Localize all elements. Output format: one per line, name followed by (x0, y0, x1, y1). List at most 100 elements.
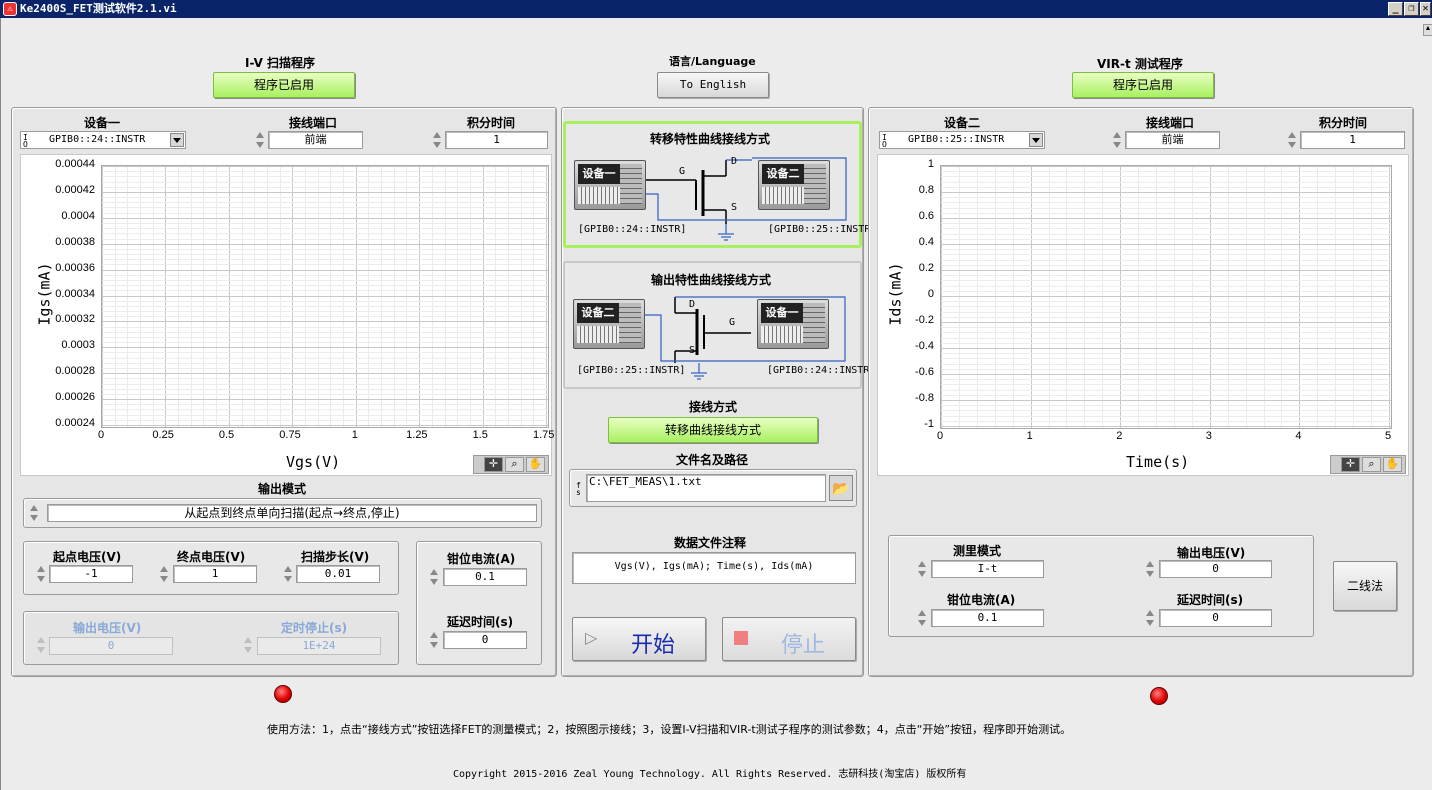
iv-status-button[interactable]: 程序已启用 (213, 72, 355, 98)
virt-clamp-field[interactable]: 0.1 (931, 609, 1044, 627)
output-mode-field[interactable]: 从起点到终点单向扫描(起点→终点,停止) (47, 504, 537, 522)
iv-integration-spinner[interactable] (432, 130, 442, 150)
step-field[interactable]: 0.01 (296, 565, 380, 583)
virt-out-voltage-spinner[interactable] (1145, 559, 1155, 579)
end-voltage-field[interactable]: 1 (173, 565, 257, 583)
start-voltage-field[interactable]: -1 (49, 565, 133, 583)
start-voltage-spinner[interactable] (36, 564, 46, 584)
iv-graph: 0.00044 0.00042 0.0004 0.00038 0.00036 0.0003… (20, 154, 554, 476)
virt-out-voltage-field[interactable]: 0 (1159, 560, 1272, 578)
iv-integration-field[interactable]: 1 (445, 131, 548, 149)
start-button[interactable]: ▷ 开始 (572, 617, 706, 661)
zoom-icon[interactable]: ⌕ (505, 457, 524, 472)
restore-button[interactable]: ❐ (1404, 2, 1419, 16)
io-icon: IO (23, 133, 28, 149)
iv-out-voltage-label: 输出电压(V) (73, 621, 142, 635)
iv-x-title: Vgs(V) (286, 453, 341, 471)
y-tick-label: 0.00044 (55, 158, 95, 170)
virt-delay-spinner[interactable] (1145, 608, 1155, 628)
sweep-params-group: 起点电压(V) -1 终点电压(V) 1 扫描步长(V) 0.01 (23, 541, 399, 595)
virt-terminal-field[interactable]: 前端 (1125, 131, 1220, 149)
chevron-down-icon[interactable] (170, 133, 184, 147)
stop-button[interactable]: 停止 (722, 617, 856, 661)
file-path-label: 文件名及路径 (676, 453, 749, 467)
virt-delay-field[interactable]: 0 (1159, 609, 1272, 627)
iv-terminal-field[interactable]: 前端 (268, 131, 363, 149)
crosshair-icon[interactable]: ✛ (484, 457, 503, 472)
step-label: 扫描步长(V) (301, 550, 370, 564)
iv-delay-spinner[interactable] (429, 630, 439, 650)
virt-clamp-label: 钳位电流(A) (947, 593, 1016, 607)
y-tick-label: 0.00034 (55, 287, 95, 300)
usage-instructions: 使用方法：1，点击“接线方式”按钮选择FET的测量模式；2，按照图示接线；3，设… (267, 723, 1072, 736)
virt-grid-svg (941, 166, 1391, 428)
folder-browse-icon[interactable]: 📂 (829, 475, 853, 501)
disabled-output-group: 输出电压(V) 0 定时停止(s) 1E+24 (23, 611, 399, 665)
two-wire-button[interactable]: 二线法 (1333, 561, 1397, 611)
y-tick-label: 0.00024 (55, 417, 95, 429)
scroll-up-arrow[interactable]: ▲ (1423, 24, 1432, 36)
y-tick-label: 0.0004 (61, 209, 95, 222)
output-mode-spinner[interactable] (29, 503, 39, 523)
virt-x-title: Time(s) (1126, 453, 1190, 471)
y-tick-label: -0.2 (915, 314, 934, 326)
out-pin-d-label: D (689, 299, 696, 310)
virt-integration-spinner[interactable] (1287, 130, 1297, 150)
iv-out-voltage-field: 0 (49, 637, 173, 655)
crosshair-icon-2[interactable]: ✛ (1341, 457, 1360, 472)
y-tick-label: 0.00032 (55, 313, 95, 326)
virt-integration-field[interactable]: 1 (1300, 131, 1405, 149)
virt-plot-area[interactable] (940, 165, 1392, 429)
x-tick-label: 1 (351, 429, 358, 441)
transfer-wiring-option[interactable]: 转移特性曲线接线方式 设备一 设备二 G D S [GPIB0::24::INS… (563, 121, 876, 248)
zoom-icon-2[interactable]: ⌕ (1362, 457, 1381, 472)
close-button[interactable]: ✕ (1420, 2, 1431, 16)
iv-out-voltage-spinner (36, 635, 46, 655)
virt-status-button[interactable]: 程序已启用 (1072, 72, 1214, 98)
iv-device-select[interactable]: IO GPIB0::24::INSTR (20, 131, 186, 149)
virt-terminal-spinner[interactable] (1112, 130, 1122, 150)
virt-out-voltage-label: 输出电压(V) (1177, 546, 1246, 560)
y-tick-label: -1 (924, 418, 934, 430)
output-mode-label: 输出模式 (258, 482, 307, 496)
virt-device-label: 设备二 (944, 116, 981, 130)
iv-terminal-spinner[interactable] (255, 130, 265, 150)
measure-mode-spinner[interactable] (917, 559, 927, 579)
iv-clamp-field[interactable]: 0.1 (443, 568, 527, 586)
end-voltage-spinner[interactable] (159, 564, 169, 584)
transfer-gpib25: [GPIB0::25::INSTR] (768, 224, 877, 235)
step-spinner[interactable] (283, 564, 293, 584)
output-wiring-option[interactable]: 输出特性曲线接线方式 设备二 设备一 D G S [GPIB0::25::INS… (563, 261, 875, 389)
pan-hand-icon[interactable]: ✋ (526, 457, 545, 472)
pin-d-label: D (731, 156, 738, 167)
iv-panel: 设备一 IO GPIB0::24::INSTR 接线端口 前端 积分时间 1 0… (11, 107, 557, 677)
pan-hand-icon-2[interactable]: ✋ (1383, 457, 1402, 472)
y-tick-label: 0.8 (918, 184, 934, 196)
iv-y-title: Igs(mA) (35, 262, 54, 326)
x-tick-label: 5 (1385, 430, 1392, 442)
app-icon: ⚠ (3, 2, 17, 16)
iv-delay-field[interactable]: 0 (443, 631, 527, 649)
stop-square-icon (734, 631, 748, 645)
iv-clamp-spinner[interactable] (429, 567, 439, 587)
iv-graph-palette: ✛ ⌕ ✋ (473, 455, 549, 474)
virt-device-select[interactable]: IO GPIB0::25::INSTR (879, 131, 1045, 149)
measure-mode-field[interactable]: I-t (931, 560, 1044, 578)
x-tick-label: 1.5 (472, 429, 488, 441)
window-title-bar: ⚠ Ke2400S_FET测试软件2.1.vi _ ❐ ✕ (0, 0, 1432, 18)
chevron-down-icon-2[interactable] (1029, 133, 1043, 147)
y-tick-label: 0.00038 (55, 235, 95, 248)
wiring-mode-button[interactable]: 转移曲线接线方式 (608, 417, 818, 443)
virt-integration-label: 积分时间 (1319, 116, 1368, 130)
minimize-button[interactable]: _ (1388, 2, 1403, 16)
file-path-field[interactable]: C:\FET_MEAS\1.txt (586, 474, 826, 502)
note-label: 数据文件注释 (674, 536, 747, 550)
virt-status-led (1150, 687, 1168, 705)
language-button[interactable]: To English (657, 72, 769, 98)
x-tick-label: 4 (1295, 430, 1302, 442)
virt-clamp-spinner[interactable] (917, 608, 927, 628)
note-field[interactable]: Vgs(V), Igs(mA); Time(s), Ids(mA) (572, 552, 856, 584)
iv-plot-area[interactable] (101, 165, 549, 428)
x-tick-label: 0.75 (279, 429, 301, 441)
end-voltage-label: 终点电压(V) (177, 550, 246, 564)
